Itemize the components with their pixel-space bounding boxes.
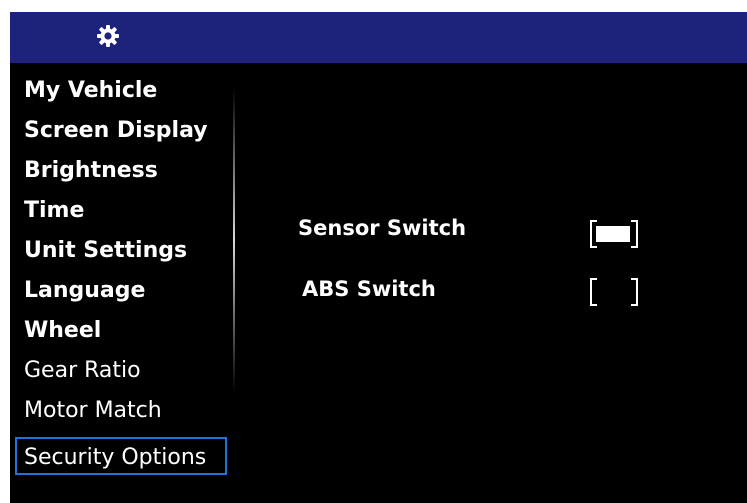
menu-item-time[interactable]: Time (24, 193, 84, 229)
sensor-switch-toggle[interactable] (590, 220, 638, 248)
settings-menu: My Vehicle Screen Display Brightness Tim… (10, 63, 235, 503)
abs-switch-toggle[interactable] (590, 278, 638, 306)
menu-item-gear-ratio[interactable]: Gear Ratio (24, 353, 141, 389)
abs-switch-label: ABS Switch (302, 277, 436, 301)
menu-item-wheel[interactable]: Wheel (24, 313, 101, 349)
menu-item-motor-match[interactable]: Motor Match (24, 393, 162, 429)
toggle-bracket-left (590, 278, 597, 306)
menu-item-my-vehicle[interactable]: My Vehicle (24, 73, 157, 109)
toggle-on-indicator (596, 226, 630, 242)
menu-item-screen-display[interactable]: Screen Display (24, 113, 208, 149)
device-screen: My Vehicle Screen Display Brightness Tim… (10, 12, 747, 503)
menu-item-language[interactable]: Language (24, 273, 145, 309)
toggle-bracket-right (631, 220, 638, 248)
sensor-switch-label: Sensor Switch (298, 216, 467, 240)
menu-divider (233, 87, 235, 392)
gear-icon (97, 25, 119, 47)
header-bar (10, 12, 747, 63)
menu-item-unit-settings[interactable]: Unit Settings (24, 233, 187, 269)
menu-item-security-options[interactable]: Security Options (15, 437, 227, 475)
toggle-bracket-right (631, 278, 638, 306)
menu-item-brightness[interactable]: Brightness (24, 153, 158, 189)
